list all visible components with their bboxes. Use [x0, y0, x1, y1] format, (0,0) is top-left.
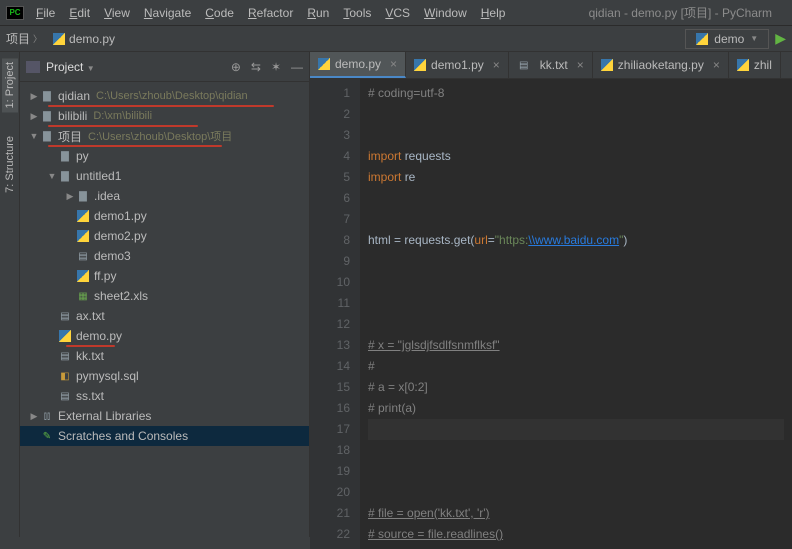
- menu-vcs[interactable]: VCS: [385, 6, 410, 20]
- tab-label: demo1.py: [431, 58, 484, 72]
- gutter: 12345678910111213141516171819202122: [310, 79, 360, 549]
- run-config-selector[interactable]: demo ▼: [685, 29, 769, 49]
- tree-item-demo3[interactable]: ▤demo3: [20, 246, 309, 266]
- settings-icon[interactable]: ✶: [271, 60, 281, 74]
- tab-label: kk.txt: [540, 58, 568, 72]
- file-icon: ▤: [517, 60, 531, 71]
- tree-item-demo-py[interactable]: demo.py: [20, 326, 309, 346]
- breadcrumb-file-label: demo.py: [69, 32, 115, 46]
- sidebar-header: Project ▼ ⊕ ⇆ ✶ —: [20, 52, 309, 82]
- nav-bar: 项目 〉 demo.py demo ▼ ▶: [0, 26, 792, 52]
- run-button[interactable]: ▶: [775, 30, 786, 47]
- tree-item-Scratches and Consoles[interactable]: ✎Scratches and Consoles: [20, 426, 309, 446]
- menu-edit[interactable]: Edit: [69, 6, 90, 20]
- tree-item-bilibili[interactable]: ▶▇bilibiliD:\xm\bilibili: [20, 106, 309, 126]
- menu-navigate[interactable]: Navigate: [144, 6, 191, 20]
- project-tree: ▶▇qidianC:\Users\zhoub\Desktop\qidian▶▇b…: [20, 82, 309, 537]
- menu-window[interactable]: Window: [424, 6, 467, 20]
- breadcrumb-root[interactable]: 项目: [6, 30, 30, 47]
- collapse-icon[interactable]: ⇆: [251, 60, 261, 74]
- project-view-icon: [26, 61, 40, 73]
- menu-tools[interactable]: Tools: [343, 6, 371, 20]
- chevron-right-icon: 〉: [33, 32, 42, 45]
- tool-window-stripe: 1: Project 7: Structure: [0, 52, 20, 537]
- tree-item--idea[interactable]: ▶▇.idea: [20, 186, 309, 206]
- close-icon[interactable]: ×: [713, 58, 720, 72]
- code-lines[interactable]: # coding=utf-8 import requestsimport re …: [360, 79, 792, 549]
- tree-item-pymysql-sql[interactable]: ◧pymysql.sql: [20, 366, 309, 386]
- tree-item-py[interactable]: ▇py: [20, 146, 309, 166]
- breadcrumb-file[interactable]: demo.py: [53, 32, 115, 46]
- tab-label: zhil: [754, 58, 772, 72]
- editor-tab-kk-txt[interactable]: ▤ kk.txt ×: [509, 52, 593, 78]
- title-bar: PC File Edit View Navigate Code Refactor Run To…: [0, 0, 792, 26]
- menu-view[interactable]: View: [104, 6, 130, 20]
- close-icon[interactable]: ×: [493, 58, 500, 72]
- tree-item-kk-txt[interactable]: ▤kk.txt: [20, 346, 309, 366]
- editor-tab-zhiliaoketang-py[interactable]: zhiliaoketang.py ×: [593, 52, 729, 78]
- menu-code[interactable]: Code: [205, 6, 234, 20]
- python-icon: [737, 59, 749, 71]
- hide-icon[interactable]: —: [291, 60, 303, 74]
- run-config-label: demo: [714, 32, 744, 46]
- window-title: qidian - demo.py [项目] - PyCharm: [589, 4, 772, 21]
- editor-tab-demo-py[interactable]: demo.py ×: [310, 52, 406, 78]
- sidebar-title[interactable]: Project ▼: [46, 60, 225, 74]
- close-icon[interactable]: ×: [577, 58, 584, 72]
- menu-run[interactable]: Run: [307, 6, 329, 20]
- tab-label: demo.py: [335, 57, 381, 71]
- tool-tab-structure[interactable]: 7: Structure: [2, 132, 18, 197]
- app-icon: PC: [6, 6, 24, 20]
- menu-refactor[interactable]: Refactor: [248, 6, 293, 20]
- python-icon: [318, 58, 330, 70]
- editor-tabs: demo.py×demo1.py×▤kk.txt×zhiliaoketang.p…: [310, 52, 792, 79]
- tree-item-ss-txt[interactable]: ▤ss.txt: [20, 386, 309, 406]
- python-icon: [601, 59, 613, 71]
- code-editor[interactable]: 12345678910111213141516171819202122 # co…: [310, 79, 792, 549]
- editor-tab-zhil[interactable]: zhil: [729, 52, 781, 78]
- tree-item-sheet2-xls[interactable]: ▦sheet2.xls: [20, 286, 309, 306]
- close-icon[interactable]: ×: [390, 57, 397, 71]
- editor-tab-demo1-py[interactable]: demo1.py ×: [406, 52, 509, 78]
- chevron-down-icon: ▼: [750, 34, 758, 43]
- tool-tab-project[interactable]: 1: Project: [2, 58, 18, 112]
- main-menu: File Edit View Navigate Code Refactor Run Tools…: [36, 6, 505, 20]
- project-sidebar: Project ▼ ⊕ ⇆ ✶ — ▶▇qidianC:\Users\zhoub…: [20, 52, 310, 537]
- python-icon: [696, 33, 708, 45]
- tree-item-External Libraries[interactable]: ▶⫾⫾External Libraries: [20, 406, 309, 426]
- tree-item-项目[interactable]: ▼▇项目C:\Users\zhoub\Desktop\项目: [20, 126, 309, 146]
- python-icon: [414, 59, 426, 71]
- locate-icon[interactable]: ⊕: [231, 60, 241, 74]
- tree-item-ax-txt[interactable]: ▤ax.txt: [20, 306, 309, 326]
- tree-item-untitled1[interactable]: ▼▇untitled1: [20, 166, 309, 186]
- python-icon: [53, 33, 65, 45]
- menu-help[interactable]: Help: [481, 6, 506, 20]
- editor-area: demo.py×demo1.py×▤kk.txt×zhiliaoketang.p…: [310, 52, 792, 537]
- menu-file[interactable]: File: [36, 6, 55, 20]
- tree-item-demo2-py[interactable]: demo2.py: [20, 226, 309, 246]
- tab-label: zhiliaoketang.py: [618, 58, 704, 72]
- tree-item-qidian[interactable]: ▶▇qidianC:\Users\zhoub\Desktop\qidian: [20, 86, 309, 106]
- tree-item-ff-py[interactable]: ff.py: [20, 266, 309, 286]
- tree-item-demo1-py[interactable]: demo1.py: [20, 206, 309, 226]
